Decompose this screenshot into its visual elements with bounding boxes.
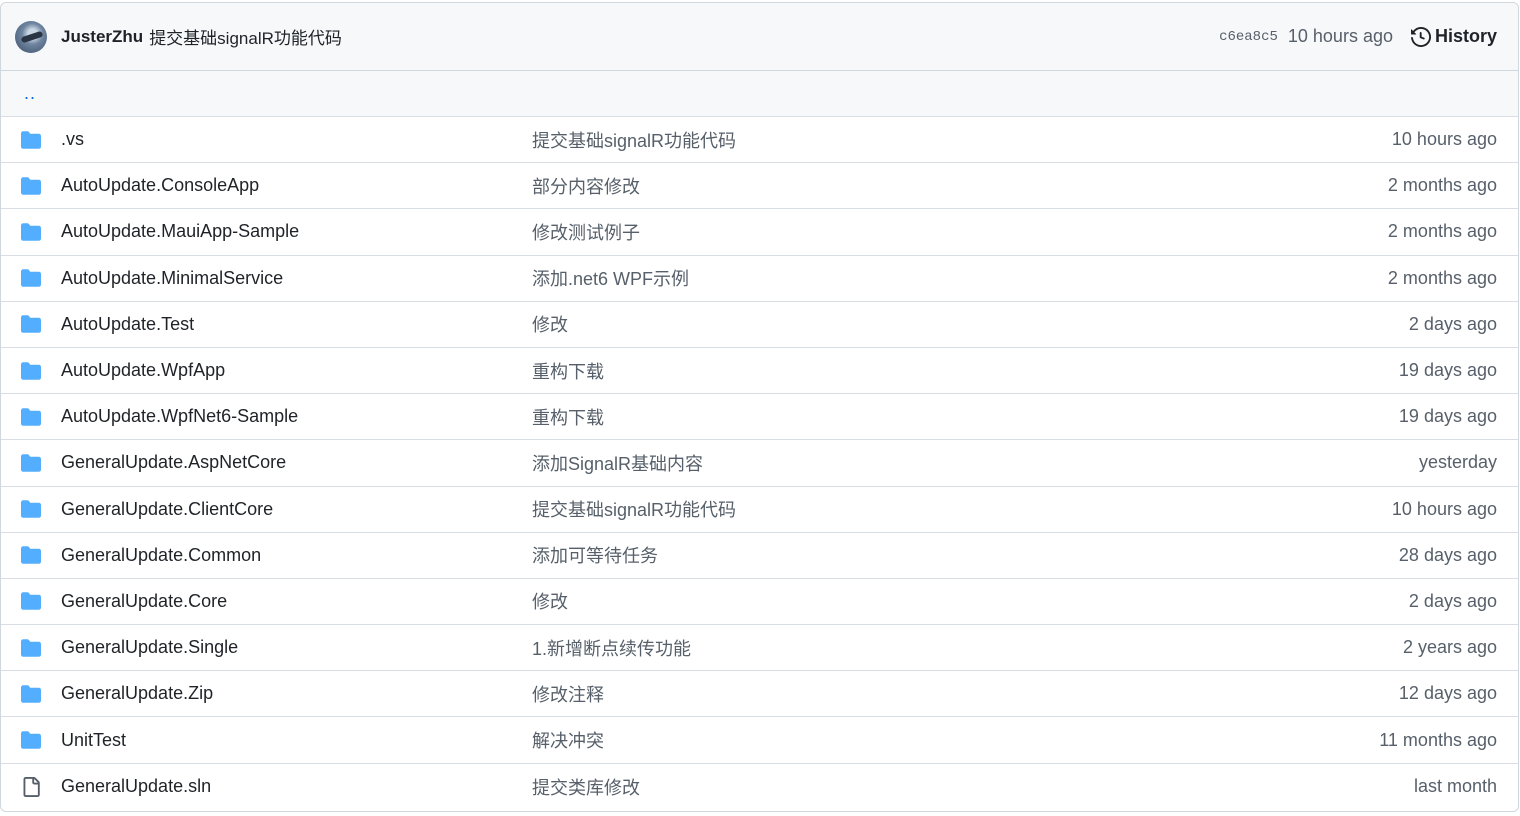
history-label: History [1435, 26, 1497, 47]
entry-commit-message[interactable]: 修改 [532, 311, 568, 337]
file-list: .vs 提交基础signalR功能代码 10 hours ago AutoUpdate… [1, 117, 1518, 810]
table-row[interactable]: GeneralUpdate.AspNetCore 添加SignalR基础内容 yes… [1, 440, 1518, 486]
entry-name-link[interactable]: AutoUpdate.WpfApp [61, 360, 225, 381]
table-row[interactable]: AutoUpdate.WpfNet6-Sample 重构下载 19 days ago [1, 394, 1518, 440]
commit-time: 10 hours ago [1288, 26, 1393, 47]
commit-message[interactable]: 提交基础signalR功能代码 [149, 24, 342, 49]
entry-age: 2 years ago [1403, 637, 1497, 658]
latest-commit-bar: JusterZhu 提交基础signalR功能代码 c6ea8c5 10 hou… [1, 3, 1518, 71]
entry-name-link[interactable]: AutoUpdate.MauiApp-Sample [61, 221, 299, 242]
folder-icon [20, 453, 42, 473]
folder-icon [20, 407, 42, 427]
entry-commit-message[interactable]: 添加可等待任务 [532, 542, 658, 568]
entry-commit-message[interactable]: 部分内容修改 [532, 173, 640, 199]
entry-name-link[interactable]: AutoUpdate.MinimalService [61, 268, 283, 289]
folder-icon [20, 314, 42, 334]
table-row[interactable]: AutoUpdate.Test 修改 2 days ago [1, 302, 1518, 348]
file-icon [20, 777, 42, 797]
file-browser: JusterZhu 提交基础signalR功能代码 c6ea8c5 10 hou… [0, 2, 1519, 812]
entry-name-link[interactable]: GeneralUpdate.Common [61, 545, 261, 566]
entry-age: 2 days ago [1409, 591, 1497, 612]
table-row[interactable]: AutoUpdate.MauiApp-Sample 修改测试例子 2 months … [1, 209, 1518, 255]
parent-directory-link[interactable]: .. [24, 83, 36, 104]
entry-commit-message[interactable]: 添加.net6 WPF示例 [532, 265, 689, 291]
folder-icon [20, 222, 42, 242]
entry-name-link[interactable]: AutoUpdate.ConsoleApp [61, 175, 259, 196]
entry-commit-message[interactable]: 提交基础signalR功能代码 [532, 496, 736, 522]
table-row[interactable]: GeneralUpdate.Core 修改 2 days ago [1, 579, 1518, 625]
entry-commit-message[interactable]: 1.新增断点续传功能 [532, 635, 691, 661]
folder-icon [20, 176, 42, 196]
history-icon [1411, 27, 1431, 47]
entry-name-link[interactable]: GeneralUpdate.Core [61, 591, 227, 612]
entry-commit-message[interactable]: 修改测试例子 [532, 219, 640, 245]
parent-directory-row[interactable]: .. [1, 71, 1518, 117]
entry-name-link[interactable]: AutoUpdate.Test [61, 314, 194, 335]
folder-icon [20, 638, 42, 658]
folder-icon [20, 130, 42, 150]
folder-icon [20, 499, 42, 519]
commit-sha[interactable]: c6ea8c5 [1219, 29, 1278, 45]
entry-name-link[interactable]: GeneralUpdate.sln [61, 776, 211, 797]
entry-name-link[interactable]: AutoUpdate.WpfNet6-Sample [61, 406, 298, 427]
table-row[interactable]: GeneralUpdate.Common 添加可等待任务 28 days ago [1, 533, 1518, 579]
table-row[interactable]: GeneralUpdate.Single 1.新增断点续传功能 2 years ag… [1, 625, 1518, 671]
entry-commit-message[interactable]: 修改注释 [532, 681, 604, 707]
history-button[interactable]: History [1411, 26, 1497, 47]
folder-icon [20, 591, 42, 611]
table-row[interactable]: AutoUpdate.MinimalService 添加.net6 WPF示例 2 … [1, 256, 1518, 302]
table-row[interactable]: GeneralUpdate.ClientCore 提交基础signalR功能代码 1… [1, 487, 1518, 533]
table-row[interactable]: .vs 提交基础signalR功能代码 10 hours ago [1, 117, 1518, 163]
entry-age: 2 months ago [1388, 268, 1497, 289]
entry-age: 28 days ago [1399, 545, 1497, 566]
folder-icon [20, 361, 42, 381]
entry-commit-message[interactable]: 提交基础signalR功能代码 [532, 127, 736, 153]
entry-name-link[interactable]: .vs [61, 129, 84, 150]
table-row[interactable]: AutoUpdate.WpfApp 重构下载 19 days ago [1, 348, 1518, 394]
entry-commit-message[interactable]: 添加SignalR基础内容 [532, 450, 703, 476]
entry-name-link[interactable]: GeneralUpdate.ClientCore [61, 499, 273, 520]
entry-age: 10 hours ago [1392, 129, 1497, 150]
entry-age: 2 months ago [1388, 175, 1497, 196]
entry-age: last month [1414, 776, 1497, 797]
entry-age: 19 days ago [1399, 360, 1497, 381]
table-row[interactable]: UnitTest 解决冲突 11 months ago [1, 717, 1518, 763]
table-row[interactable]: GeneralUpdate.sln 提交类库修改 last month [1, 764, 1518, 810]
folder-icon [20, 268, 42, 288]
folder-icon [20, 684, 42, 704]
entry-age: 11 months ago [1379, 730, 1497, 751]
entry-age: 2 months ago [1388, 221, 1497, 242]
entry-age: 19 days ago [1399, 406, 1497, 427]
entry-age: 10 hours ago [1392, 499, 1497, 520]
entry-age: 12 days ago [1399, 683, 1497, 704]
entry-commit-message[interactable]: 重构下载 [532, 358, 604, 384]
folder-icon [20, 545, 42, 565]
entry-commit-message[interactable]: 重构下载 [532, 404, 604, 430]
entry-age: 2 days ago [1409, 314, 1497, 335]
commit-author[interactable]: JusterZhu [61, 27, 143, 47]
entry-commit-message[interactable]: 提交类库修改 [532, 774, 640, 800]
entry-name-link[interactable]: GeneralUpdate.Single [61, 637, 238, 658]
table-row[interactable]: AutoUpdate.ConsoleApp 部分内容修改 2 months ago [1, 163, 1518, 209]
avatar[interactable] [15, 21, 47, 53]
entry-age: yesterday [1419, 452, 1497, 473]
entry-commit-message[interactable]: 解决冲突 [532, 727, 604, 753]
entry-name-link[interactable]: UnitTest [61, 730, 126, 751]
entry-name-link[interactable]: GeneralUpdate.Zip [61, 683, 213, 704]
entry-commit-message[interactable]: 修改 [532, 588, 568, 614]
table-row[interactable]: GeneralUpdate.Zip 修改注释 12 days ago [1, 671, 1518, 717]
entry-name-link[interactable]: GeneralUpdate.AspNetCore [61, 452, 286, 473]
folder-icon [20, 730, 42, 750]
